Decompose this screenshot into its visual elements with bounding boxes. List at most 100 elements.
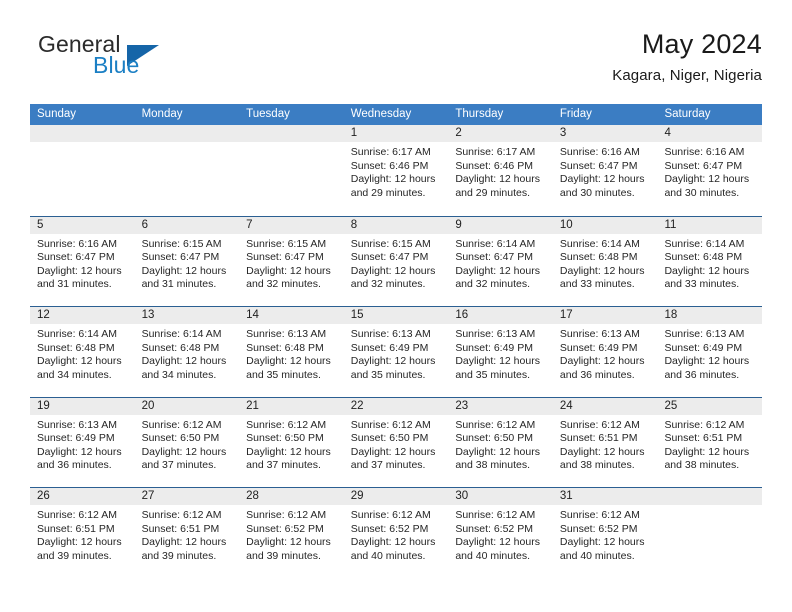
day-cell-19[interactable]: 19 Sunrise: 6:13 AM Sunset: 6:49 PM Dayli…	[30, 397, 135, 487]
day-sun-info: Sunrise: 6:12 AM Sunset: 6:52 PM Dayligh…	[350, 509, 436, 562]
day-number: 14	[239, 307, 344, 324]
day-cell-25[interactable]: 25 Sunrise: 6:12 AM Sunset: 6:51 PM Dayli…	[657, 397, 763, 487]
calendar-week-row: 12 Sunrise: 6:14 AM Sunset: 6:48 PM Dayli…	[30, 306, 763, 397]
day-sun-info: Sunrise: 6:13 AM Sunset: 6:49 PM Dayligh…	[350, 328, 436, 381]
day-cell-2[interactable]: 2 Sunrise: 6:17 AM Sunset: 6:46 PM Daylig…	[448, 125, 553, 216]
day-number	[134, 125, 240, 142]
day-cell-26[interactable]: 26 Sunrise: 6:12 AM Sunset: 6:51 PM Dayli…	[30, 488, 135, 578]
weekday-header-thursday: Thursday	[455, 108, 504, 120]
logo-text-blue: Blue	[93, 52, 140, 78]
day-cell-18[interactable]: 18 Sunrise: 6:13 AM Sunset: 6:49 PM Dayli…	[657, 307, 763, 397]
day-number: 6	[134, 216, 240, 234]
day-number: 26	[30, 488, 135, 505]
day-cell-empty	[134, 125, 240, 216]
day-cell-17[interactable]: 17 Sunrise: 6:13 AM Sunset: 6:49 PM Dayli…	[552, 307, 658, 397]
day-cell-14[interactable]: 14 Sunrise: 6:13 AM Sunset: 6:48 PM Dayli…	[239, 307, 344, 397]
day-number: 20	[134, 397, 240, 415]
day-number: 1	[343, 125, 449, 142]
day-cell-11[interactable]: 11 Sunrise: 6:14 AM Sunset: 6:48 PM Dayli…	[657, 216, 763, 306]
day-sun-info: Sunrise: 6:15 AM Sunset: 6:47 PM Dayligh…	[141, 237, 227, 291]
day-number: 17	[552, 307, 658, 324]
day-sun-info: Sunrise: 6:12 AM Sunset: 6:51 PM Dayligh…	[37, 509, 122, 562]
day-sun-info: Sunrise: 6:12 AM Sunset: 6:52 PM Dayligh…	[455, 509, 540, 562]
day-number: 24	[552, 397, 658, 415]
weekday-header-friday: Friday	[559, 108, 592, 120]
day-cell-29[interactable]: 29 Sunrise: 6:12 AM Sunset: 6:52 PM Dayli…	[343, 488, 449, 578]
day-number	[239, 125, 344, 142]
day-sun-info: Sunrise: 6:14 AM Sunset: 6:47 PM Dayligh…	[455, 237, 540, 291]
day-sun-info: Sunrise: 6:14 AM Sunset: 6:48 PM Dayligh…	[664, 237, 750, 291]
day-sun-info	[239, 142, 344, 146]
day-sun-info: Sunrise: 6:12 AM Sunset: 6:50 PM Dayligh…	[455, 418, 540, 472]
day-sun-info	[30, 142, 135, 146]
day-sun-info: Sunrise: 6:14 AM Sunset: 6:48 PM Dayligh…	[559, 237, 645, 291]
day-number: 22	[343, 397, 449, 415]
day-sun-info: Sunrise: 6:13 AM Sunset: 6:49 PM Dayligh…	[559, 328, 645, 381]
day-sun-info: Sunrise: 6:12 AM Sunset: 6:51 PM Dayligh…	[559, 418, 645, 472]
day-number: 8	[343, 216, 449, 234]
day-sun-info: Sunrise: 6:13 AM Sunset: 6:49 PM Dayligh…	[664, 328, 750, 381]
day-sun-info: Sunrise: 6:16 AM Sunset: 6:47 PM Dayligh…	[559, 146, 645, 199]
day-number: 29	[343, 488, 449, 505]
day-number: 15	[343, 307, 449, 324]
day-cell-7[interactable]: 7 Sunrise: 6:15 AM Sunset: 6:47 PM Daylig…	[239, 216, 344, 306]
day-sun-info: Sunrise: 6:14 AM Sunset: 6:48 PM Dayligh…	[37, 328, 122, 381]
day-cell-22[interactable]: 22 Sunrise: 6:12 AM Sunset: 6:50 PM Dayli…	[343, 397, 449, 487]
calendar-week-row: 26 Sunrise: 6:12 AM Sunset: 6:51 PM Dayli…	[30, 487, 763, 578]
day-cell-1[interactable]: 1 Sunrise: 6:17 AM Sunset: 6:46 PM Daylig…	[343, 125, 449, 216]
day-cell-8[interactable]: 8 Sunrise: 6:15 AM Sunset: 6:47 PM Daylig…	[343, 216, 449, 306]
day-cell-9[interactable]: 9 Sunrise: 6:14 AM Sunset: 6:47 PM Daylig…	[448, 216, 553, 306]
page-subtitle: Kagara, Niger, Nigeria	[612, 67, 762, 84]
day-cell-21[interactable]: 21 Sunrise: 6:12 AM Sunset: 6:50 PM Dayli…	[239, 397, 344, 487]
day-cell-24[interactable]: 24 Sunrise: 6:12 AM Sunset: 6:51 PM Dayli…	[552, 397, 658, 487]
day-number: 28	[239, 488, 344, 505]
day-number: 4	[657, 125, 763, 142]
day-sun-info: Sunrise: 6:17 AM Sunset: 6:46 PM Dayligh…	[350, 146, 436, 199]
day-cell-20[interactable]: 20 Sunrise: 6:12 AM Sunset: 6:50 PM Dayli…	[134, 397, 240, 487]
day-number: 5	[30, 216, 135, 234]
day-sun-info: Sunrise: 6:16 AM Sunset: 6:47 PM Dayligh…	[37, 237, 122, 291]
day-number: 16	[448, 307, 553, 324]
day-sun-info: Sunrise: 6:12 AM Sunset: 6:50 PM Dayligh…	[350, 418, 436, 472]
day-cell-10[interactable]: 10 Sunrise: 6:14 AM Sunset: 6:48 PM Dayli…	[552, 216, 658, 306]
calendar-grid: Sunday Monday Tuesday Wednesday Thursday Frid…	[30, 104, 763, 578]
day-cell-28[interactable]: 28 Sunrise: 6:12 AM Sunset: 6:52 PM Dayli…	[239, 488, 344, 578]
day-sun-info: Sunrise: 6:12 AM Sunset: 6:52 PM Dayligh…	[559, 509, 645, 562]
day-number: 27	[134, 488, 240, 505]
day-cell-empty	[239, 125, 344, 216]
day-cell-5[interactable]: 5 Sunrise: 6:16 AM Sunset: 6:47 PM Daylig…	[30, 216, 135, 306]
day-number: 25	[657, 397, 763, 415]
day-sun-info: Sunrise: 6:13 AM Sunset: 6:49 PM Dayligh…	[37, 418, 122, 472]
day-cell-3[interactable]: 3 Sunrise: 6:16 AM Sunset: 6:47 PM Daylig…	[552, 125, 658, 216]
general-blue-logo[interactable]: General Blue	[31, 32, 251, 88]
weekday-header-sunday: Sunday	[37, 108, 77, 120]
day-number	[30, 125, 135, 142]
calendar-weeks: 1 Sunrise: 6:17 AM Sunset: 6:46 PM Daylig…	[30, 125, 763, 578]
day-number: 19	[30, 397, 135, 415]
day-cell-empty	[657, 488, 763, 578]
weekday-header-wednesday: Wednesday	[350, 108, 412, 120]
day-sun-info: Sunrise: 6:15 AM Sunset: 6:47 PM Dayligh…	[246, 237, 331, 291]
day-cell-23[interactable]: 23 Sunrise: 6:12 AM Sunset: 6:50 PM Dayli…	[448, 397, 553, 487]
day-cell-4[interactable]: 4 Sunrise: 6:16 AM Sunset: 6:47 PM Daylig…	[657, 125, 763, 216]
day-cell-6[interactable]: 6 Sunrise: 6:15 AM Sunset: 6:47 PM Daylig…	[134, 216, 240, 306]
page-header: General Blue May 2024 Kagara, Niger, Nig…	[31, 28, 762, 96]
day-sun-info: Sunrise: 6:16 AM Sunset: 6:47 PM Dayligh…	[664, 146, 750, 199]
day-sun-info: Sunrise: 6:15 AM Sunset: 6:47 PM Dayligh…	[350, 237, 436, 291]
day-cell-13[interactable]: 13 Sunrise: 6:14 AM Sunset: 6:48 PM Dayli…	[134, 307, 240, 397]
day-cell-31[interactable]: 31 Sunrise: 6:12 AM Sunset: 6:52 PM Dayli…	[552, 488, 658, 578]
calendar-week-row: 1 Sunrise: 6:17 AM Sunset: 6:46 PM Daylig…	[30, 125, 763, 216]
page-title: May 2024	[641, 29, 762, 59]
day-number: 2	[448, 125, 553, 142]
calendar-week-row: 19 Sunrise: 6:13 AM Sunset: 6:49 PM Dayli…	[30, 396, 763, 487]
weekday-header-tuesday: Tuesday	[246, 108, 290, 120]
day-sun-info: Sunrise: 6:13 AM Sunset: 6:48 PM Dayligh…	[246, 328, 331, 381]
day-cell-12[interactable]: 12 Sunrise: 6:14 AM Sunset: 6:48 PM Dayli…	[30, 307, 135, 397]
day-number: 13	[134, 307, 240, 324]
day-cell-30[interactable]: 30 Sunrise: 6:12 AM Sunset: 6:52 PM Dayli…	[448, 488, 553, 578]
day-cell-16[interactable]: 16 Sunrise: 6:13 AM Sunset: 6:49 PM Dayli…	[448, 307, 553, 397]
day-cell-15[interactable]: 15 Sunrise: 6:13 AM Sunset: 6:49 PM Dayli…	[343, 307, 449, 397]
day-number: 18	[657, 307, 763, 324]
day-cell-27[interactable]: 27 Sunrise: 6:12 AM Sunset: 6:51 PM Dayli…	[134, 488, 240, 578]
calendar-page: General Blue May 2024 Kagara, Niger, Nig…	[0, 0, 792, 612]
